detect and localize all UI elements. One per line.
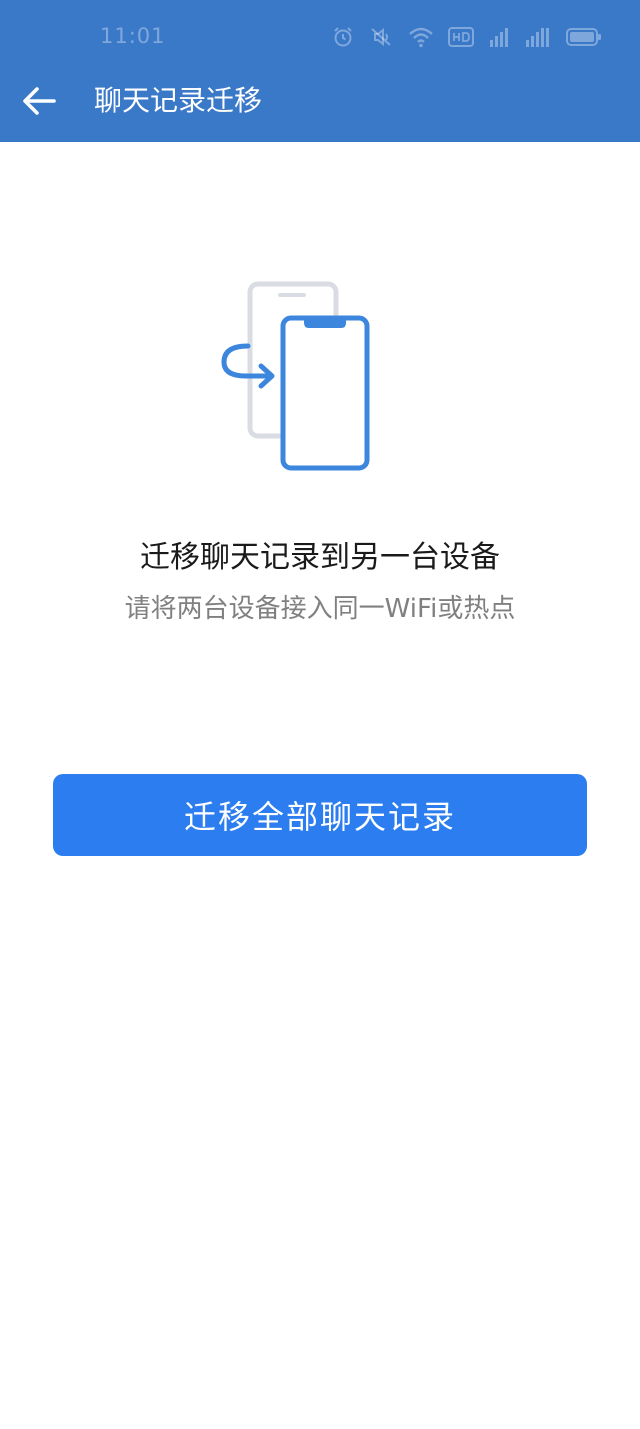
hd-icon: [448, 26, 474, 48]
wifi-icon: [408, 26, 434, 48]
status-bar: 11:01: [0, 0, 640, 72]
alarm-icon: [332, 26, 354, 48]
signal-5g-icon: [524, 26, 552, 48]
subline: 请将两台设备接入同一WiFi或热点: [124, 594, 516, 624]
app-bar: 聊天记录迁移: [0, 72, 640, 142]
headline: 迁移聊天记录到另一台设备: [140, 540, 500, 575]
top-bar: 11:01 聊天记录迁移: [0, 0, 640, 142]
phone-transfer-icon: [210, 276, 380, 476]
status-time: 11:01: [100, 24, 166, 48]
page-title: 聊天记录迁移: [94, 84, 263, 117]
battery-icon: [566, 26, 602, 48]
migrate-all-button-label: 迁移全部聊天记录: [183, 798, 456, 836]
arrow-left-icon: [22, 86, 56, 120]
back-button[interactable]: [16, 80, 62, 126]
status-icons: [332, 24, 602, 50]
signal-4g-icon: [488, 26, 510, 48]
migrate-all-button[interactable]: 迁移全部聊天记录: [53, 774, 587, 856]
screen: 11:01 聊天记录迁移 迁移聊天记录到另一台设备 请将两台设备接入同一WiFi…: [0, 0, 640, 1429]
mute-icon: [368, 26, 394, 48]
